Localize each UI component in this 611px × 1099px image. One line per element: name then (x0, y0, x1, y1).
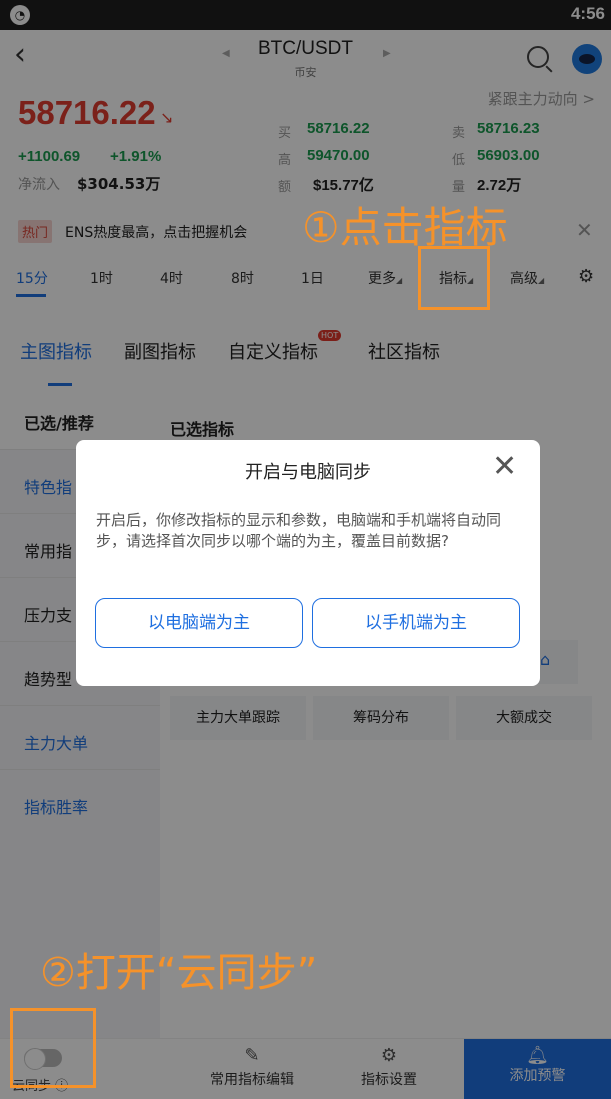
dialog-body: 开启后，你修改指标的显示和参数，电脑端和手机端将自动同步，请选择首次同步以哪个端… (96, 511, 502, 550)
mobile-primary-button[interactable]: 以手机端为主 (312, 598, 520, 648)
annotation-highlight-indicators (418, 246, 490, 310)
dialog-title: 开启与电脑同步 (245, 462, 371, 483)
close-icon[interactable]: ✕ (492, 452, 517, 482)
annotation-step2: ②打开“云同步” (40, 950, 318, 996)
pc-primary-button[interactable]: 以电脑端为主 (95, 598, 303, 648)
sync-dialog: 开启与电脑同步 ✕ 开启后，你修改指标的显示和参数，电脑端和手机端将自动同步，请… (76, 440, 540, 686)
annotation-highlight-cloud-sync (10, 1008, 96, 1088)
